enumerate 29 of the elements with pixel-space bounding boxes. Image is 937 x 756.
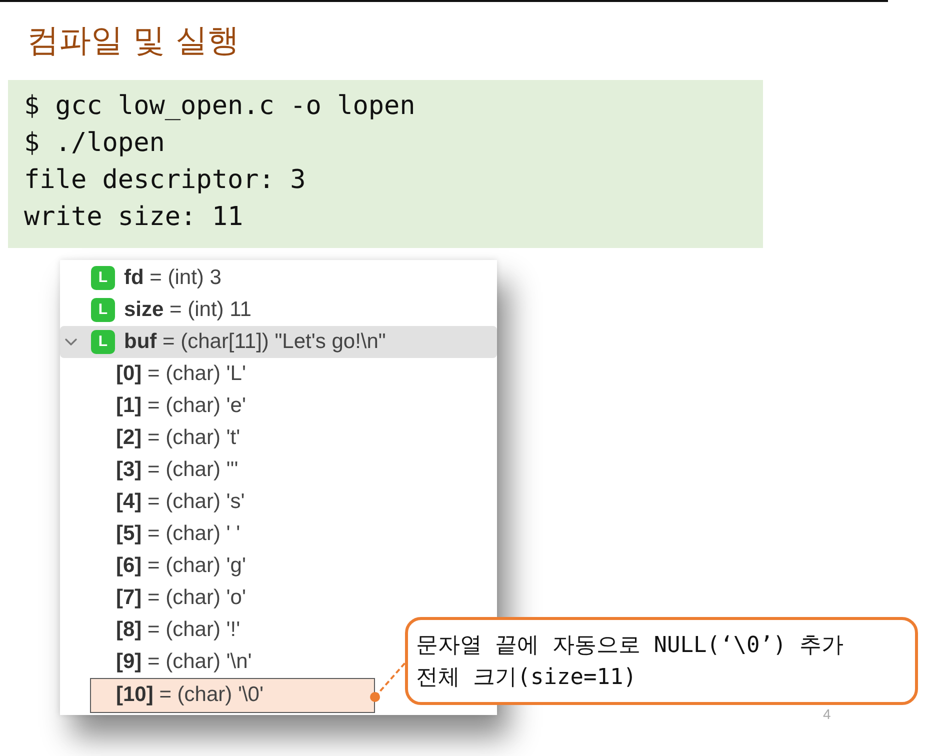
array-element-row[interactable]: [3] = (char) '''	[116, 454, 238, 486]
array-element-row[interactable]: [0] = (char) 'L'	[116, 358, 246, 390]
array-element-row[interactable]: [8] = (char) '!'	[116, 614, 240, 646]
array-element-row[interactable]: [7] = (char) 'o'	[116, 582, 246, 614]
variable-text: size = (int) 11	[124, 298, 252, 322]
array-element-row[interactable]: [5] = (char) ' '	[116, 518, 240, 550]
local-scope-badge: L	[91, 330, 115, 354]
highlighted-element-row[interactable]: [10] = (char) '\0'	[90, 678, 375, 712]
array-element-row[interactable]: [4] = (char) 's'	[116, 486, 245, 518]
page-number: 4	[823, 707, 831, 721]
array-element-row[interactable]: [6] = (char) 'g'	[116, 550, 246, 582]
array-element-row[interactable]: [1] = (char) 'e'	[116, 390, 246, 422]
callout-text: 전체 크기(size=11)	[416, 664, 636, 692]
variable-text: fd = (int) 3	[124, 266, 222, 290]
chevron-down-icon[interactable]	[65, 338, 77, 346]
array-element-row[interactable]: [9] = (char) '\n'	[116, 646, 252, 678]
local-scope-badge: L	[91, 266, 115, 290]
terminal-line: $ ./lopen	[24, 126, 165, 160]
terminal-line: $ gcc low_open.c -o lopen	[24, 90, 416, 122]
callout-text: 문자열 끝에 자동으로 NULL(‘\0’) 추가	[416, 632, 844, 660]
local-scope-badge: L	[91, 298, 115, 322]
array-element-row[interactable]: [2] = (char) 't'	[116, 422, 240, 454]
variable-row[interactable]: L size = (int) 11	[60, 294, 497, 326]
variable-row[interactable]: L fd = (int) 3	[60, 262, 497, 294]
variable-text: buf = (char[11]) "Let's go!\n"	[124, 330, 386, 354]
terminal-line: write size: 11	[24, 200, 244, 234]
slide-title: 컴파일 및 실행	[27, 20, 240, 60]
variable-row[interactable]: L buf = (char[11]) "Let's go!\n"	[60, 326, 497, 358]
terminal-line: file descriptor: 3	[24, 164, 306, 196]
